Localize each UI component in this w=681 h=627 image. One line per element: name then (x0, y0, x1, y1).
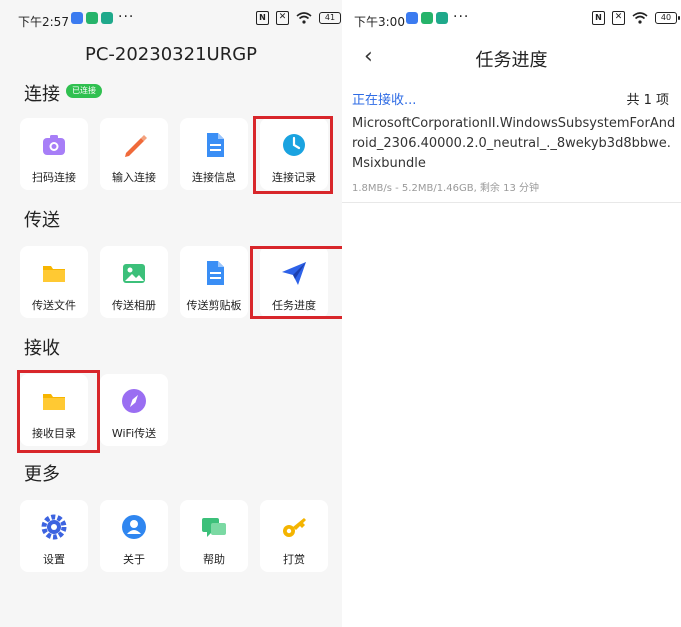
section-send-title: 传送 (24, 210, 60, 231)
image-icon (123, 264, 145, 283)
transfer-progress: 1.8MB/s - 5.2MB/1.46GB, 剩余 13 分钟 (352, 183, 540, 194)
pencil-icon (125, 135, 147, 157)
scan-connect-tile[interactable]: 扫码连接 (20, 118, 88, 190)
chat-bubble-icon (202, 518, 226, 537)
document-icon (207, 133, 224, 157)
about-tile[interactable]: 关于 (100, 500, 168, 572)
wifi-transfer-tile[interactable]: WiFi传送 (100, 374, 168, 446)
shield-icon (86, 12, 98, 24)
page-title: 任务进度 (475, 50, 548, 71)
tile-label: 传送文件 (32, 299, 76, 312)
section-receive-title: 接收 (24, 338, 60, 359)
folder-icon (43, 266, 65, 282)
highlight-box-record (253, 116, 333, 194)
main-screen: 下午2:57 ··· N ✕ 41 PC-20230321URGP 连接 已连接… (0, 0, 345, 627)
clipboard-icon (207, 261, 224, 285)
device-title: PC-20230321URGP (84, 44, 258, 65)
tile-label: 传送相册 (112, 299, 156, 312)
chat-icon (436, 12, 448, 24)
tile-label: 输入连接 (112, 171, 156, 184)
task-progress-screen: 下午3:00 ··· N ✕ 40 ‹ 任务进度 正在接收... 共 1 项 M… (342, 0, 681, 627)
battery-icon: 40 (655, 12, 680, 24)
tile-label: 连接信息 (192, 171, 236, 184)
message-icon (406, 12, 418, 24)
settings-tile[interactable]: 设置 (20, 500, 88, 572)
tile-label: 传送剪贴板 (186, 299, 242, 312)
highlight-box-receive (17, 370, 100, 453)
connect-info-tile[interactable]: 连接信息 (180, 118, 248, 190)
tile-label: 关于 (123, 553, 145, 566)
status-app-icons (406, 12, 448, 24)
tile-label: 设置 (43, 553, 65, 566)
sim-icon: ✕ (276, 11, 289, 25)
highlight-box-task (250, 246, 345, 319)
total-count: 共 1 项 (626, 93, 669, 108)
tile-label: 打赏 (283, 553, 305, 566)
section-connect-title: 连接 (24, 84, 60, 105)
key-icon (283, 518, 306, 537)
sim-icon: ✕ (612, 11, 625, 25)
more-notifications-icon: ··· (453, 9, 470, 25)
camera-icon (43, 135, 65, 155)
status-time: 下午3:00 (354, 15, 405, 29)
transfer-file-name: MicrosoftCorporationII.WindowsSubsystemF… (352, 116, 676, 171)
input-connect-tile[interactable]: 输入连接 (100, 118, 168, 190)
shield-icon (421, 12, 433, 24)
status-bar: 下午2:57 ··· N ✕ 41 (0, 0, 344, 40)
wifi-icon (296, 12, 312, 24)
user-icon (122, 515, 146, 539)
divider (342, 202, 681, 203)
status-app-icons (71, 12, 113, 24)
send-clipboard-tile[interactable]: 传送剪贴板 (180, 246, 248, 318)
status-right: N ✕ 41 (256, 11, 344, 25)
nfc-icon: N (256, 11, 269, 25)
tile-label: 帮助 (203, 553, 225, 566)
status-bar: 下午3:00 ··· N ✕ 40 (342, 0, 681, 40)
receiving-status: 正在接收... (352, 93, 417, 108)
reward-tile[interactable]: 打赏 (260, 500, 328, 572)
compass-icon (122, 389, 146, 413)
more-notifications-icon: ··· (118, 9, 135, 25)
section-more-title: 更多 (24, 464, 60, 485)
tile-label: WiFi传送 (111, 427, 157, 440)
wifi-icon (632, 12, 648, 24)
battery-icon: 41 (319, 12, 344, 24)
chat-icon (101, 12, 113, 24)
connected-badge: 已连接 (66, 84, 102, 98)
status-time: 下午2:57 (18, 15, 69, 29)
gear-icon (41, 514, 67, 540)
nfc-icon: N (592, 11, 605, 25)
help-tile[interactable]: 帮助 (180, 500, 248, 572)
status-right: N ✕ 40 (592, 11, 680, 25)
message-icon (71, 12, 83, 24)
send-album-tile[interactable]: 传送相册 (100, 246, 168, 318)
tile-label: 扫码连接 (32, 171, 76, 184)
send-file-tile[interactable]: 传送文件 (20, 246, 88, 318)
